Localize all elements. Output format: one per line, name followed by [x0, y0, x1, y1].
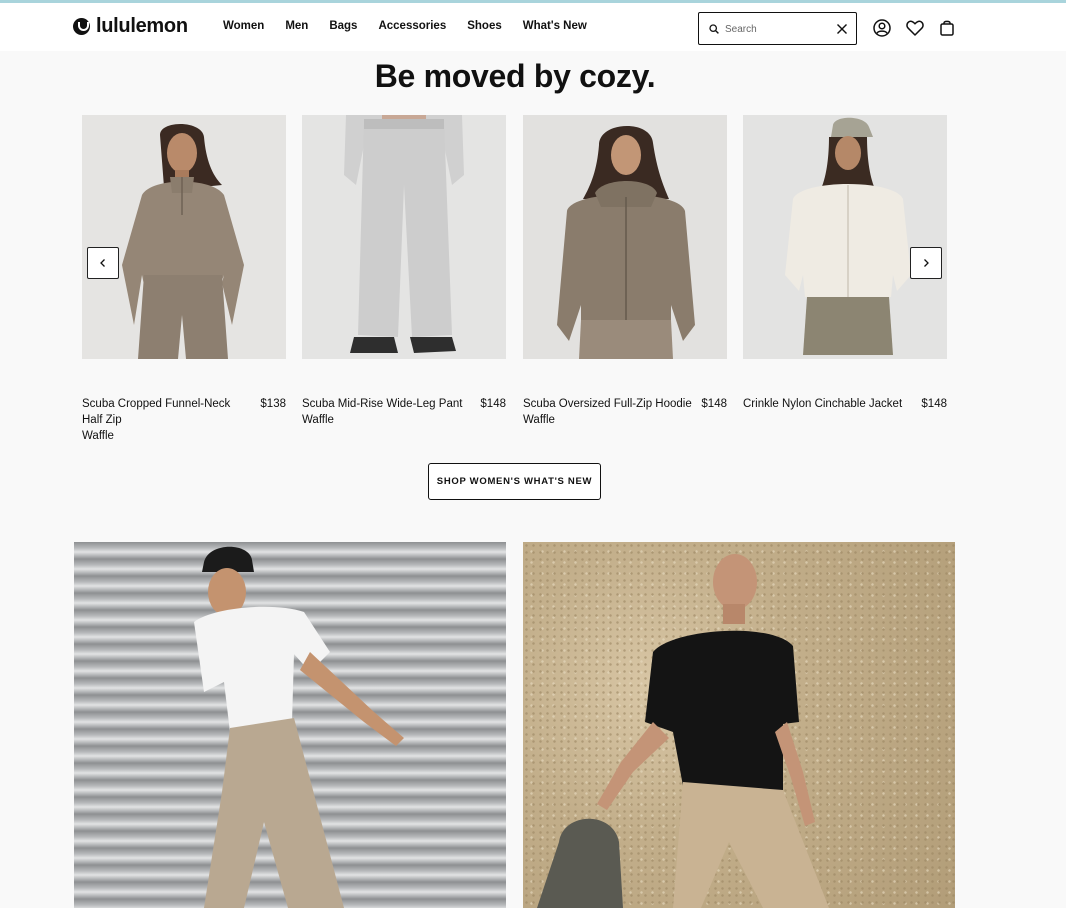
product-color: Waffle — [82, 430, 114, 442]
hero-image-men[interactable] — [523, 542, 955, 908]
nav-men[interactable]: Men — [285, 20, 308, 32]
lululemon-logo-icon — [73, 18, 90, 35]
chevron-right-icon — [924, 259, 929, 267]
product-image[interactable] — [302, 115, 506, 359]
logo-text: lululemon — [96, 15, 188, 37]
product-price: $148 — [480, 398, 506, 410]
product-price: $138 — [260, 398, 286, 410]
product-card[interactable]: Scuba Cropped Funnel-Neck Half Zip Waffl… — [82, 115, 286, 442]
nav-whats-new[interactable]: What's New — [523, 20, 587, 32]
product-image[interactable] — [743, 115, 947, 359]
carousel-next-button[interactable] — [910, 247, 942, 279]
product-info: Crinkle Nylon Cinchable Jacket $148 — [743, 396, 947, 412]
hero-image-women[interactable] — [74, 542, 506, 908]
section-heading: Be moved by cozy. — [374, 58, 656, 94]
search-icon — [709, 24, 719, 34]
nav-bags[interactable]: Bags — [329, 20, 357, 32]
product-price: $148 — [921, 398, 947, 410]
nav-shoes[interactable]: Shoes — [467, 20, 502, 32]
wishlist-heart-icon[interactable] — [905, 18, 925, 38]
shopping-bag-icon[interactable] — [937, 18, 957, 38]
product-image[interactable] — [523, 115, 727, 359]
search-box[interactable] — [698, 12, 857, 45]
product-info: Scuba Mid-Rise Wide-Leg Pant Waffle $148 — [302, 396, 506, 428]
product-card[interactable]: Crinkle Nylon Cinchable Jacket $148 — [743, 115, 947, 410]
product-info: Scuba Cropped Funnel-Neck Half Zip Waffl… — [82, 396, 286, 444]
search-input[interactable] — [725, 20, 825, 38]
product-name[interactable]: Crinkle Nylon Cinchable Jacket — [743, 396, 947, 412]
product-info: Scuba Oversized Full-Zip Hoodie Waffle $… — [523, 396, 727, 428]
product-name[interactable]: Scuba Cropped Funnel-Neck Half Zip — [82, 396, 286, 428]
product-color: Waffle — [302, 414, 334, 426]
main-nav: Women Men Bags Accessories Shoes What's … — [223, 20, 587, 32]
product-card[interactable]: Scuba Oversized Full-Zip Hoodie Waffle $… — [523, 115, 727, 426]
close-icon[interactable] — [836, 23, 848, 35]
site-header: lululemon Women Men Bags Accessories Sho… — [0, 3, 1066, 51]
product-image[interactable] — [82, 115, 286, 359]
product-price: $148 — [701, 398, 727, 410]
product-card[interactable]: Scuba Mid-Rise Wide-Leg Pant Waffle $148 — [302, 115, 506, 426]
carousel-prev-button[interactable] — [87, 247, 119, 279]
product-name[interactable]: Scuba Mid-Rise Wide-Leg Pant — [302, 396, 506, 412]
shop-womens-whats-new-button[interactable]: SHOP WOMEN'S WHAT'S NEW — [428, 463, 601, 500]
product-name[interactable]: Scuba Oversized Full-Zip Hoodie — [523, 396, 727, 412]
lululemon-logo[interactable]: lululemon — [73, 15, 188, 38]
chevron-left-icon — [100, 259, 105, 267]
nav-accessories[interactable]: Accessories — [378, 20, 446, 32]
nav-women[interactable]: Women — [223, 20, 264, 32]
product-color: Waffle — [523, 414, 555, 426]
account-icon[interactable] — [872, 18, 892, 38]
